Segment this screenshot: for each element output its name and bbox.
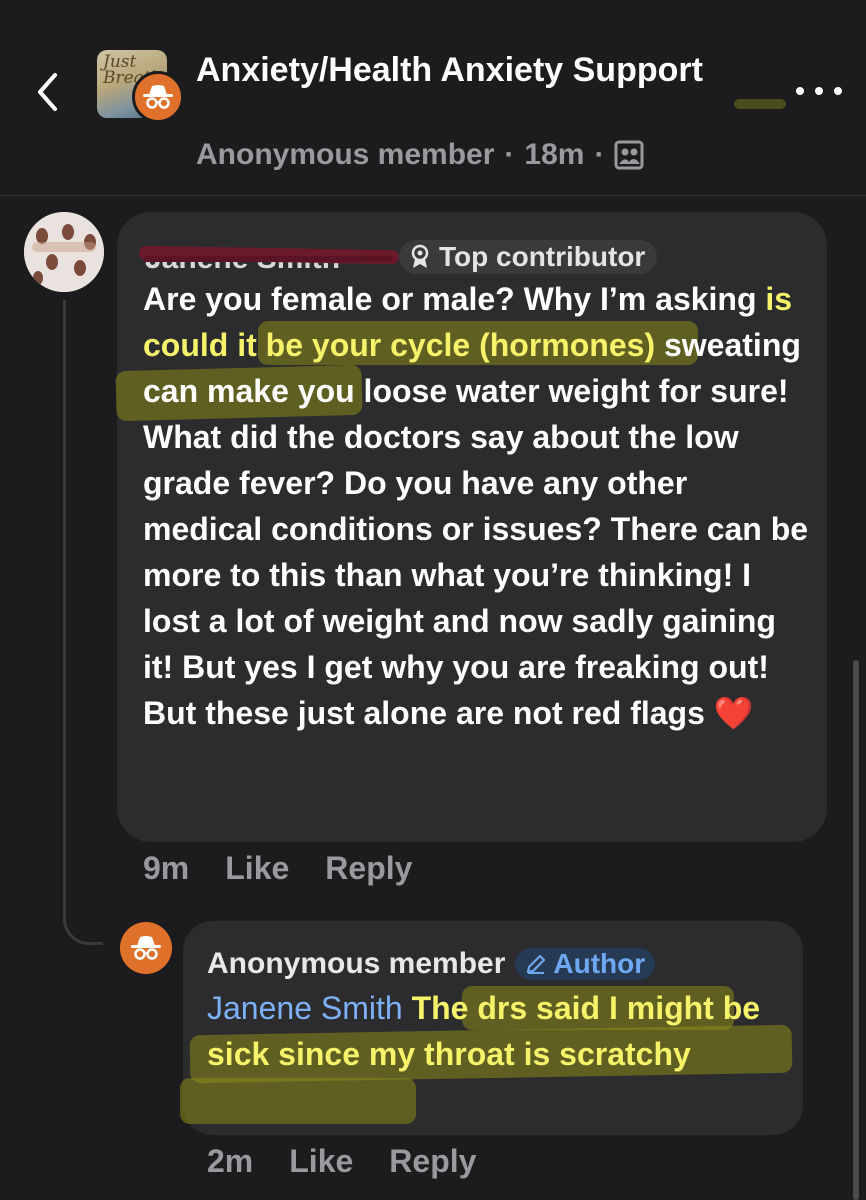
poster-name: Anonymous member [196,138,495,171]
more-dots-icon[interactable] [796,76,842,106]
redaction-scribble [143,256,393,262]
group-privacy-icon [614,140,644,170]
reply-time[interactable]: 2m [207,1143,253,1180]
comment-text-after: sweating can make you loose water weight… [143,327,809,731]
post-meta: Anonymous member · 18m · [196,138,644,172]
reply-author-name[interactable]: Anonymous member [207,947,505,981]
reply-button[interactable]: Reply [389,1143,476,1180]
avatar[interactable] [24,212,104,292]
comment-time[interactable]: 9m [143,850,189,887]
thread-connector [63,905,103,945]
top-contributor-label: Top contributor [439,241,646,272]
highlight-smudge [734,99,786,109]
comment-text-before: Are you female or male? Why I’m asking [143,281,757,317]
reply-button[interactable]: Reply [325,850,412,887]
thread-line [63,300,66,920]
comment-author-name[interactable]: Janene Smith [138,240,400,275]
meta-separator: · [504,138,515,171]
comment-actions: 9m Like Reply [143,850,448,887]
scrollbar[interactable] [853,660,859,1200]
top-contributor-badge[interactable]: Top contributor [399,240,658,274]
reply-actions: 2m Like Reply [207,1143,512,1180]
author-badge[interactable]: Author [515,948,656,980]
author-badge-label: Author [553,948,646,979]
pencil-icon [525,953,547,975]
reply-author-line: Anonymous member Author [207,944,656,984]
top-contributor-icon [409,244,431,270]
meta-separator: · [594,138,605,171]
highlighter-mark [180,1078,416,1124]
comment-body: Are you female or male? Why I’m asking i… [143,276,813,736]
like-button[interactable]: Like [225,850,289,887]
group-name[interactable]: Anxiety/Health Anxiety Support [196,48,716,93]
like-button[interactable]: Like [289,1143,353,1180]
anonymous-hat-glasses-icon[interactable] [120,922,172,974]
mention-link[interactable]: Janene Smith [207,990,403,1026]
comment-author-line: Janene Smith Top contributor [138,238,658,276]
post-time[interactable]: 18m [524,138,584,172]
reply-body: Janene Smith The drs said I might be sic… [207,985,797,1077]
anonymous-hat-glasses-icon [132,71,184,123]
back-chevron-icon[interactable] [30,68,64,116]
post-header: Just Breathe Anxiety/Health Anxiety Supp… [0,0,866,196]
